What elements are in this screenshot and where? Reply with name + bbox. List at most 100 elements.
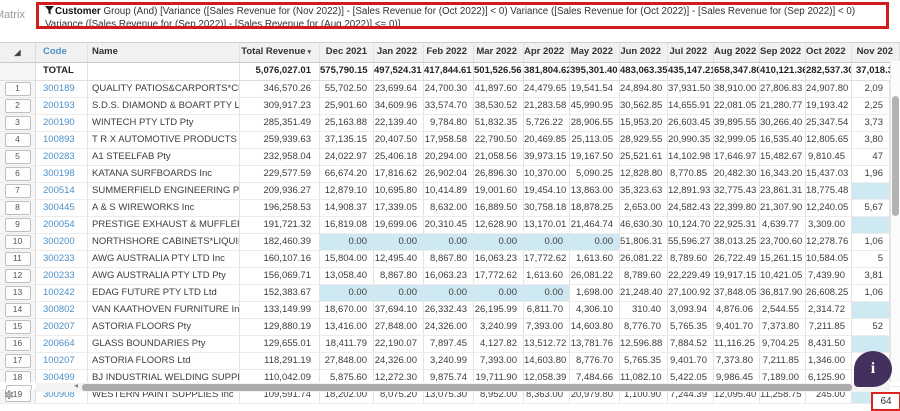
month-cell[interactable]: 0.00 — [374, 234, 424, 250]
month-cell[interactable]: 7,393.00 — [474, 353, 524, 369]
month-cell[interactable]: 24,022.97 — [320, 149, 374, 165]
total-month-value[interactable]: 410,121.36 — [760, 63, 806, 80]
horizontal-scrollbar-thumb[interactable] — [82, 384, 852, 391]
code-link[interactable]: 300198 — [36, 166, 88, 182]
code-link[interactable]: 200193 — [36, 98, 88, 114]
month-cell[interactable]: 8,789.60 — [668, 251, 714, 267]
month-cell[interactable]: 5 — [852, 251, 890, 267]
column-header-name[interactable]: Name — [88, 43, 240, 62]
month-cell[interactable]: 19,193.42 — [806, 98, 852, 114]
month-cell[interactable]: 16,343.20 — [760, 166, 806, 182]
code-link[interactable]: 200190 — [36, 115, 88, 131]
month-cell[interactable]: 14,655.91 — [668, 98, 714, 114]
code-link[interactable]: 300445 — [36, 200, 88, 216]
month-cell[interactable]: 7,439.90 — [806, 268, 852, 284]
month-cell[interactable]: 8,776.70 — [620, 319, 668, 335]
month-cell[interactable]: 37,135.15 — [320, 132, 374, 148]
revenue-cell[interactable]: 129,655.01 — [240, 336, 320, 352]
month-cell[interactable]: 24,907.80 — [806, 81, 852, 97]
column-header-month[interactable]: Sep 2022 — [760, 43, 806, 62]
month-cell[interactable]: 20,310.45 — [424, 217, 474, 233]
month-cell[interactable]: 8,632.00 — [424, 200, 474, 216]
column-header-month[interactable]: Jan 2022 — [374, 43, 424, 62]
month-cell[interactable]: 34,609.96 — [374, 98, 424, 114]
corner-sort-cell[interactable]: ◢ — [0, 43, 36, 62]
month-cell[interactable]: 8,867.80 — [374, 268, 424, 284]
vertical-scrollbar-thumb[interactable] — [892, 96, 899, 216]
month-cell[interactable]: 16,063.23 — [424, 268, 474, 284]
month-cell[interactable]: 1,06 — [852, 285, 890, 301]
month-cell[interactable]: 0.00 — [424, 285, 474, 301]
column-header-month[interactable]: Mar 2022 — [474, 43, 524, 62]
total-month-value[interactable]: 282,537.30 — [806, 63, 852, 80]
month-cell[interactable]: 51,832.35 — [474, 115, 524, 131]
total-month-value[interactable]: 483,063.35 — [620, 63, 668, 80]
month-cell[interactable]: 33,574.70 — [424, 98, 474, 114]
revenue-cell[interactable]: 196,258.53 — [240, 200, 320, 216]
row-number-button[interactable]: 1 — [4, 82, 31, 96]
month-cell[interactable]: 26,902.04 — [424, 166, 474, 182]
month-cell[interactable]: 26,081.22 — [570, 268, 620, 284]
name-cell[interactable]: EDAG FUTURE PTY LTD Ltd — [88, 285, 240, 301]
month-cell[interactable]: 25,347.54 — [806, 115, 852, 131]
month-cell[interactable]: 6,811.70 — [524, 302, 570, 318]
column-header-month[interactable]: Aug 2022 — [714, 43, 760, 62]
month-cell[interactable]: 28,906.55 — [570, 115, 620, 131]
month-cell[interactable] — [852, 183, 890, 199]
month-cell[interactable]: 19,541.54 — [570, 81, 620, 97]
month-cell[interactable]: 18,670.00 — [320, 302, 374, 318]
month-cell[interactable]: 4,639.77 — [760, 217, 806, 233]
month-cell[interactable]: 10,414.89 — [424, 183, 474, 199]
vertical-scrollbar[interactable] — [890, 61, 900, 382]
month-cell[interactable]: 12,628.90 — [474, 217, 524, 233]
name-cell[interactable]: AWG AUSTRALIA PTY LTD Pty — [88, 268, 240, 284]
code-link[interactable]: 300233 — [36, 251, 88, 267]
month-cell[interactable]: 12,278.76 — [806, 234, 852, 250]
month-cell[interactable]: 17,958.58 — [424, 132, 474, 148]
month-cell[interactable]: 37,848.05 — [714, 285, 760, 301]
month-cell[interactable]: 21,464.74 — [570, 217, 620, 233]
name-cell[interactable]: A1 STEELFAB Pty — [88, 149, 240, 165]
row-number-button[interactable]: 17 — [4, 354, 31, 368]
month-cell[interactable]: 0.00 — [524, 234, 570, 250]
month-cell[interactable]: 19,167.50 — [570, 149, 620, 165]
month-cell[interactable]: 0.00 — [474, 234, 524, 250]
month-cell[interactable]: 20,469.85 — [524, 132, 570, 148]
month-cell[interactable]: 1,613.60 — [570, 251, 620, 267]
month-cell[interactable]: 30,758.18 — [524, 200, 570, 216]
month-cell[interactable]: 13,058.40 — [320, 268, 374, 284]
month-cell[interactable] — [852, 217, 890, 233]
month-cell[interactable]: 39,973.15 — [524, 149, 570, 165]
month-cell[interactable]: 9,401.70 — [714, 319, 760, 335]
month-cell[interactable]: 0.00 — [524, 285, 570, 301]
month-cell[interactable]: 36,817.90 — [760, 285, 806, 301]
row-number-button[interactable]: 13 — [4, 286, 31, 300]
total-month-value[interactable]: 497,524.31 — [374, 63, 424, 80]
month-cell[interactable]: 24,326.00 — [374, 353, 424, 369]
month-cell[interactable]: 0.00 — [320, 285, 374, 301]
name-cell[interactable]: VAN KAATHOVEN FURNITURE Inc — [88, 302, 240, 318]
month-cell[interactable]: 3,80 — [852, 132, 890, 148]
month-cell[interactable]: 66,674.20 — [320, 166, 374, 182]
month-cell[interactable]: 10,421.05 — [760, 268, 806, 284]
month-cell[interactable]: 15,953.20 — [620, 115, 668, 131]
month-cell[interactable]: 7,897.45 — [424, 336, 474, 352]
month-cell[interactable]: 18,411.79 — [320, 336, 374, 352]
month-cell[interactable]: 25,406.18 — [374, 149, 424, 165]
month-cell[interactable]: 22,190.07 — [374, 336, 424, 352]
month-cell[interactable] — [852, 336, 890, 352]
month-cell[interactable]: 12,891.93 — [668, 183, 714, 199]
month-cell[interactable]: 20,294.00 — [424, 149, 474, 165]
month-cell[interactable]: 14,102.98 — [668, 149, 714, 165]
revenue-cell[interactable]: 229,577.59 — [240, 166, 320, 182]
month-cell[interactable]: 5,67 — [852, 200, 890, 216]
month-cell[interactable]: 12,828.80 — [620, 166, 668, 182]
month-cell[interactable]: 5,765.35 — [620, 353, 668, 369]
month-cell[interactable]: 7,211.85 — [760, 353, 806, 369]
month-cell[interactable]: 0.00 — [374, 285, 424, 301]
month-cell[interactable]: 38,530.52 — [474, 98, 524, 114]
name-cell[interactable]: GLASS BOUNDARIES Pty — [88, 336, 240, 352]
code-link[interactable]: 300200 — [36, 234, 88, 250]
month-cell[interactable]: 3,240.99 — [424, 353, 474, 369]
month-cell[interactable]: 0.00 — [320, 234, 374, 250]
